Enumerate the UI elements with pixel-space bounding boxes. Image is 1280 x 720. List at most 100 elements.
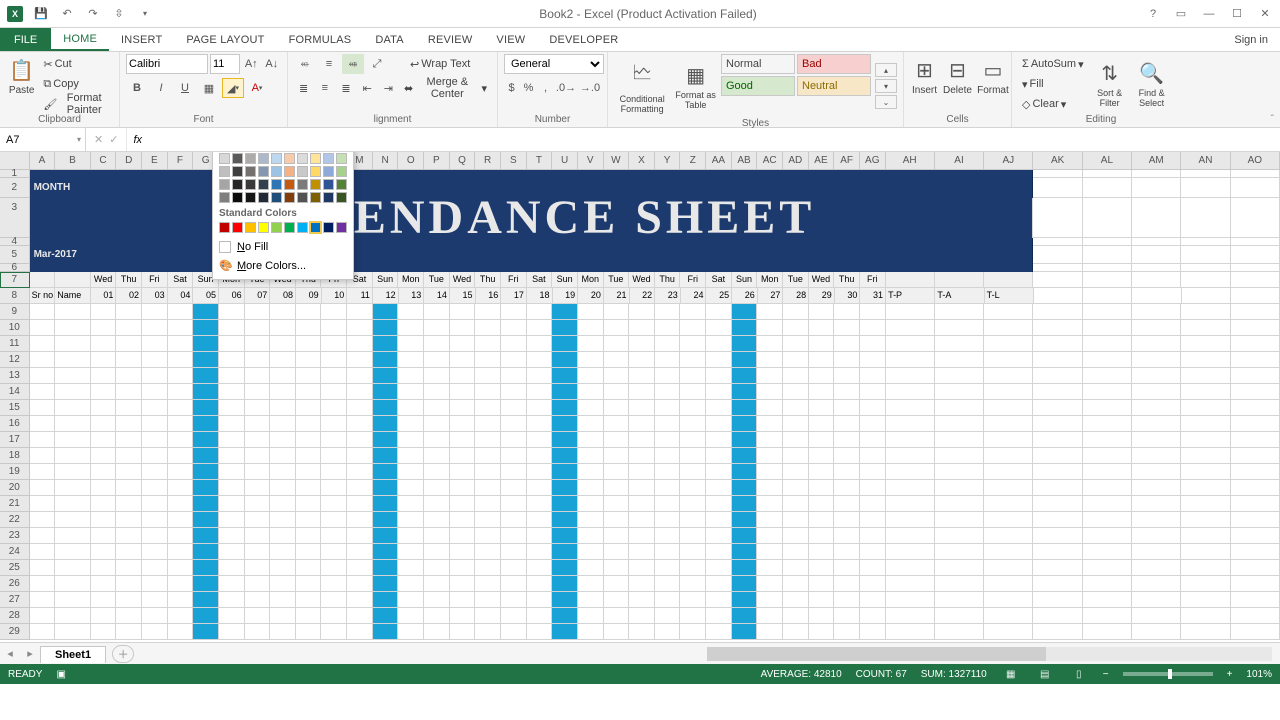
column-header[interactable]: AI <box>935 152 984 169</box>
cell[interactable] <box>984 368 1033 384</box>
cell[interactable] <box>578 400 604 416</box>
row-header[interactable]: 8 <box>0 288 30 304</box>
cell[interactable] <box>475 416 501 432</box>
column-header[interactable]: AN <box>1181 152 1230 169</box>
cell[interactable] <box>168 352 194 368</box>
cell[interactable] <box>475 384 501 400</box>
cell[interactable] <box>984 608 1033 624</box>
cell[interactable] <box>501 448 527 464</box>
cell[interactable] <box>501 304 527 320</box>
cell[interactable] <box>321 304 347 320</box>
cell[interactable] <box>860 608 886 624</box>
cell[interactable] <box>732 448 758 464</box>
column-header[interactable]: D <box>116 152 142 169</box>
cell[interactable] <box>1181 336 1230 352</box>
color-swatch[interactable] <box>310 166 321 177</box>
cell[interactable] <box>142 400 168 416</box>
cell[interactable] <box>680 336 706 352</box>
cell[interactable] <box>1181 320 1230 336</box>
cell[interactable] <box>245 624 271 640</box>
cell[interactable] <box>398 400 424 416</box>
column-header[interactable]: Z <box>680 152 706 169</box>
cell[interactable] <box>1181 448 1230 464</box>
cell[interactable] <box>501 464 527 480</box>
cell[interactable] <box>935 608 984 624</box>
cell[interactable] <box>1083 624 1132 640</box>
cell[interactable] <box>1132 528 1181 544</box>
cell[interactable] <box>116 384 142 400</box>
row-header[interactable]: 17 <box>0 432 30 448</box>
cell[interactable] <box>321 320 347 336</box>
cell[interactable] <box>757 464 783 480</box>
style-neutral[interactable]: Neutral <box>797 76 871 96</box>
cell[interactable] <box>886 496 935 512</box>
color-swatch[interactable] <box>219 192 230 203</box>
cell[interactable] <box>450 624 476 640</box>
cell[interactable] <box>783 400 809 416</box>
cell[interactable] <box>552 496 578 512</box>
cell[interactable] <box>783 352 809 368</box>
cell[interactable] <box>1033 592 1082 608</box>
row-header[interactable]: 27 <box>0 592 30 608</box>
number-format-select[interactable]: General <box>504 54 604 74</box>
cell[interactable] <box>91 496 117 512</box>
cell[interactable] <box>984 512 1033 528</box>
cell[interactable] <box>578 480 604 496</box>
cell[interactable] <box>373 512 399 528</box>
cell[interactable] <box>245 560 271 576</box>
cell[interactable] <box>55 608 91 624</box>
cell[interactable] <box>732 528 758 544</box>
column-header[interactable]: AH <box>886 152 935 169</box>
cell[interactable] <box>984 560 1033 576</box>
cell[interactable] <box>168 544 194 560</box>
cell[interactable] <box>373 368 399 384</box>
cell[interactable] <box>91 480 117 496</box>
column-header[interactable]: P <box>424 152 450 169</box>
cell[interactable] <box>732 544 758 560</box>
cell[interactable] <box>809 416 835 432</box>
cell[interactable] <box>527 592 553 608</box>
decrease-indent-icon[interactable]: ⇤ <box>358 78 377 98</box>
cell[interactable] <box>30 624 56 640</box>
cell[interactable] <box>1231 352 1280 368</box>
cell[interactable] <box>1132 560 1181 576</box>
cell[interactable] <box>757 496 783 512</box>
cell[interactable] <box>475 480 501 496</box>
cell[interactable] <box>757 448 783 464</box>
cell[interactable] <box>245 352 271 368</box>
cell[interactable] <box>91 576 117 592</box>
cell[interactable] <box>55 384 91 400</box>
fill-color-button[interactable]: ◢▾ <box>222 78 244 98</box>
cell[interactable] <box>604 512 630 528</box>
cell[interactable] <box>655 592 681 608</box>
color-swatch[interactable] <box>258 166 269 177</box>
cell[interactable] <box>245 432 271 448</box>
cell[interactable] <box>604 464 630 480</box>
color-swatch[interactable] <box>258 192 269 203</box>
cell[interactable] <box>834 448 860 464</box>
cell[interactable] <box>1181 400 1230 416</box>
cell[interactable] <box>168 336 194 352</box>
cell[interactable] <box>424 592 450 608</box>
cell[interactable] <box>655 528 681 544</box>
name-box[interactable]: A7▾ <box>0 128 86 151</box>
cell[interactable] <box>935 560 984 576</box>
cell[interactable] <box>450 528 476 544</box>
cell[interactable] <box>91 384 117 400</box>
color-swatch[interactable] <box>245 153 256 164</box>
row-header[interactable]: 11 <box>0 336 30 352</box>
cell[interactable] <box>1231 576 1280 592</box>
cell[interactable] <box>475 352 501 368</box>
normal-view-icon[interactable]: ▦ <box>1001 669 1021 680</box>
cell[interactable] <box>984 320 1033 336</box>
cell[interactable] <box>1033 576 1082 592</box>
cell[interactable] <box>732 432 758 448</box>
cell[interactable] <box>732 304 758 320</box>
cell[interactable] <box>732 320 758 336</box>
cell[interactable] <box>450 544 476 560</box>
cell[interactable] <box>655 496 681 512</box>
cell[interactable] <box>55 624 91 640</box>
cell[interactable] <box>321 496 347 512</box>
cell[interactable] <box>270 400 296 416</box>
cell[interactable] <box>501 528 527 544</box>
